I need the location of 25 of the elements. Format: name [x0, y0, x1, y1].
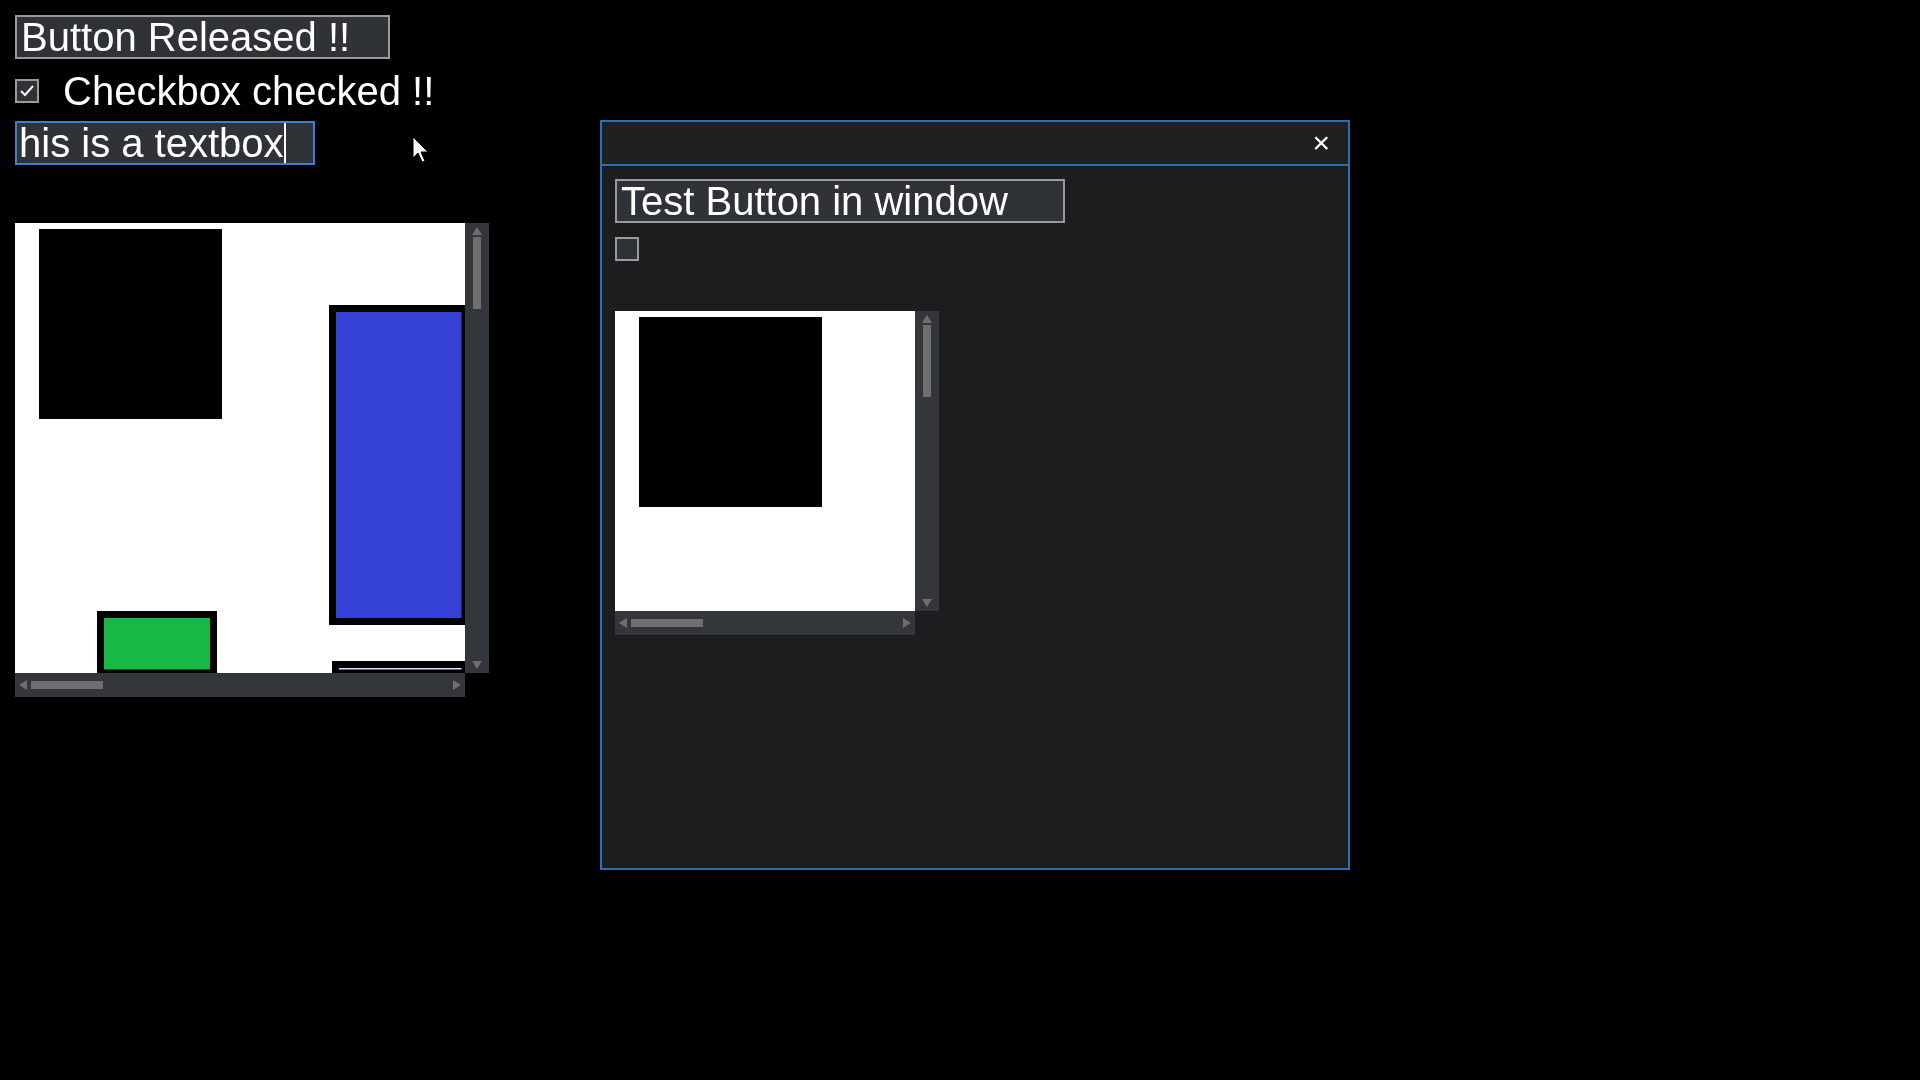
- close-button[interactable]: ×: [1308, 128, 1334, 158]
- vertical-scrollbar[interactable]: [465, 223, 489, 673]
- horizontal-scrollbar[interactable]: [15, 673, 465, 697]
- scroll-right-arrow-icon[interactable]: [453, 680, 461, 690]
- checkbox[interactable]: [15, 79, 39, 103]
- text-field[interactable]: his is a textbox: [15, 121, 315, 165]
- horizontal-scrollbar[interactable]: [615, 611, 915, 635]
- scroll-left-arrow-icon[interactable]: [19, 680, 27, 690]
- mouse-pointer-icon: [412, 136, 430, 164]
- scrollbar-thumb[interactable]: [631, 619, 703, 627]
- scroll-right-arrow-icon[interactable]: [903, 618, 911, 628]
- scrollbar-thumb[interactable]: [31, 681, 103, 689]
- scroll-down-arrow-icon[interactable]: [472, 661, 482, 669]
- button[interactable]: Button Released !!: [15, 15, 390, 59]
- vertical-scrollbar[interactable]: [915, 311, 939, 611]
- scroll-left-arrow-icon[interactable]: [619, 618, 627, 628]
- scroll-up-arrow-icon[interactable]: [922, 315, 932, 323]
- checkbox-label: Checkbox checked !!: [63, 69, 435, 113]
- scroll-up-arrow-icon[interactable]: [472, 227, 482, 235]
- checkbox[interactable]: [615, 237, 639, 261]
- scroll-down-arrow-icon[interactable]: [922, 599, 932, 607]
- checkmark-icon: [19, 83, 35, 99]
- button[interactable]: Test Button in window: [615, 179, 1065, 223]
- scrollbar-thumb[interactable]: [473, 237, 481, 309]
- scrollbar-thumb[interactable]: [923, 325, 931, 397]
